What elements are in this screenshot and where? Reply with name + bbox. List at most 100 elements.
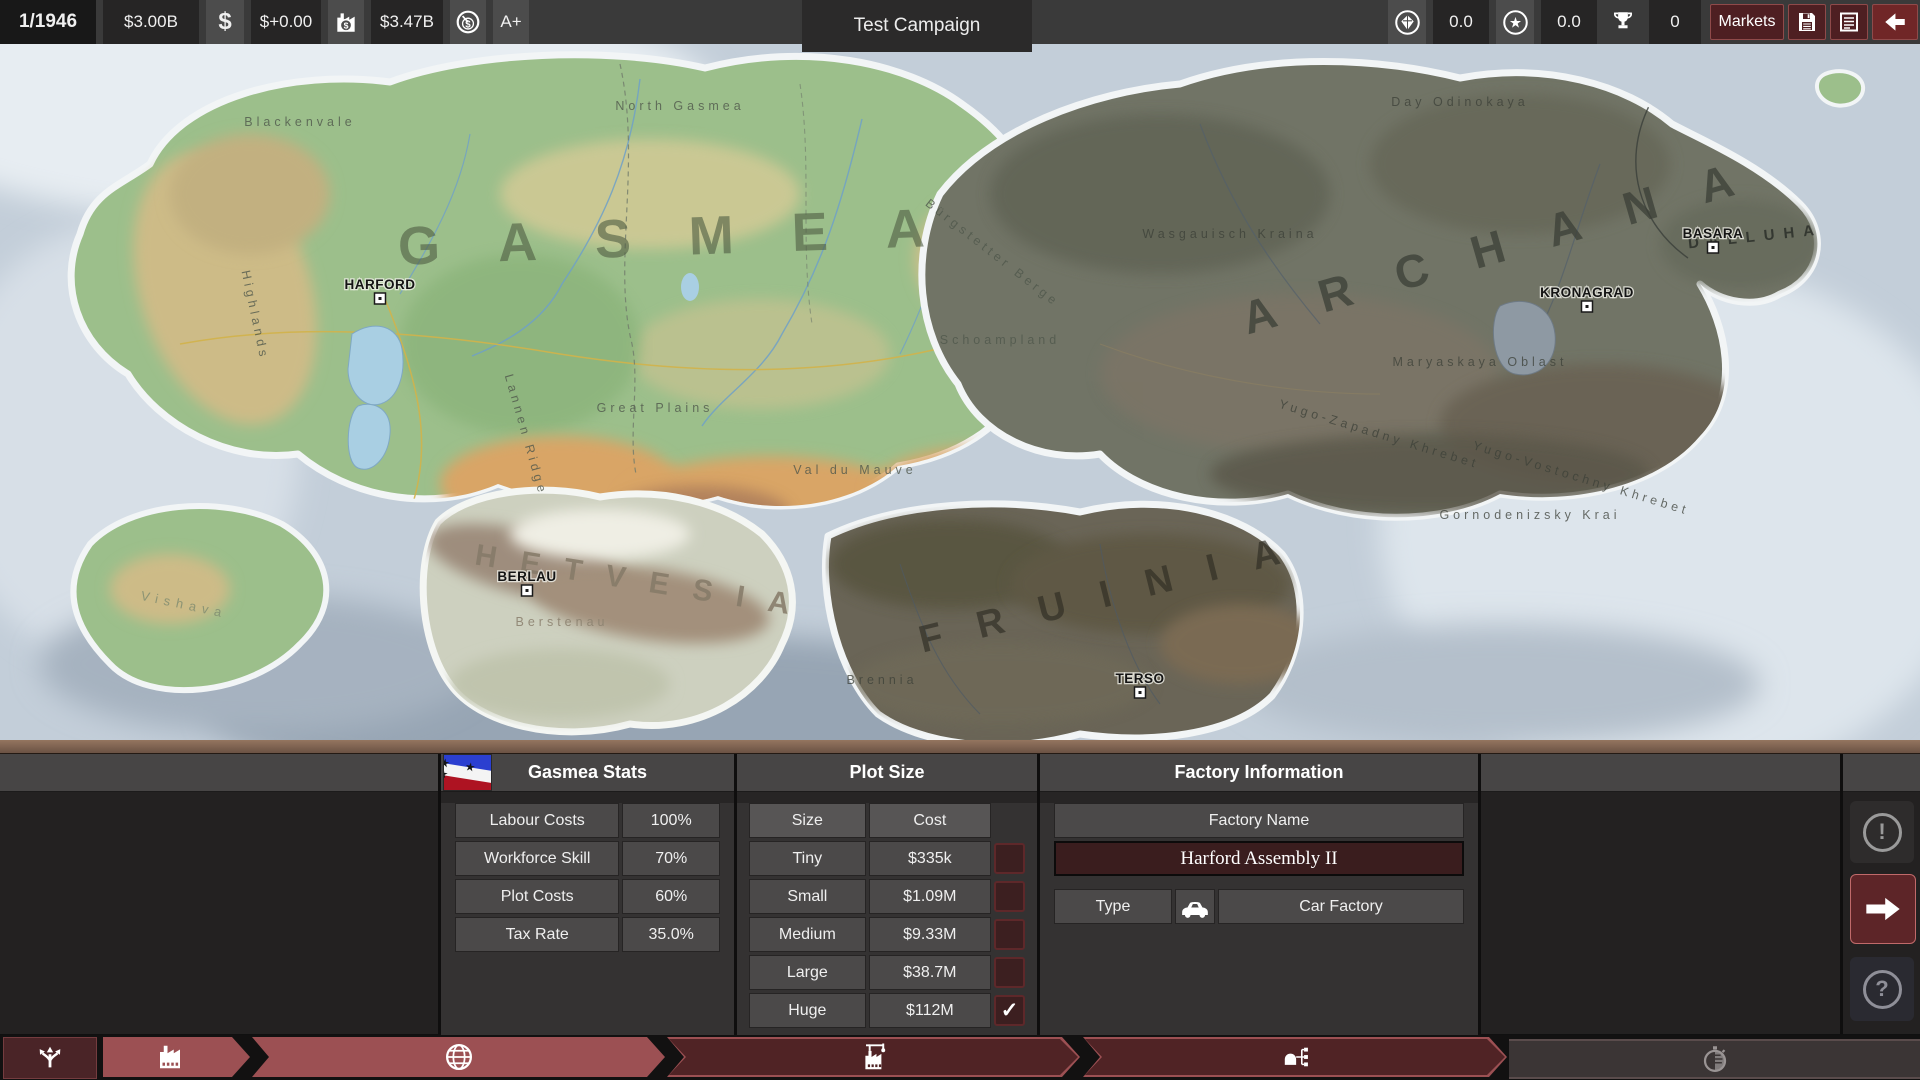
factory-type-value: Car Factory <box>1218 889 1464 924</box>
tab-vehicle-lineup[interactable] <box>1083 1037 1507 1077</box>
tab-factories[interactable] <box>103 1037 250 1077</box>
map-label: Gornodenizsky Krai <box>1439 508 1620 522</box>
gem-score-value: 0.0 <box>1433 0 1489 44</box>
map-label: Brennia <box>846 673 917 687</box>
company-value: $3.47B <box>371 0 443 44</box>
car-icon <box>1175 889 1215 924</box>
gem-score-icon <box>1388 0 1426 44</box>
cash-value: $3.00B <box>103 0 199 44</box>
credit-rating: A+ <box>493 0 529 44</box>
map-label: Wasgauisch Kraina <box>1142 227 1317 241</box>
money-icon: $ <box>206 0 244 44</box>
markets-button[interactable]: Markets <box>1710 4 1784 40</box>
plot-size-name: Huge <box>749 993 866 1028</box>
svg-text:TERSO: TERSO <box>1115 671 1164 686</box>
stat-label: Plot Costs <box>455 879 619 914</box>
plot-size-checkbox-tiny[interactable] <box>994 843 1025 874</box>
junction-icon <box>35 1042 65 1074</box>
section-region-stats: ★ ★ ★ Gasmea Stats Labour Costs 100% Wor… <box>441 754 734 1034</box>
plot-size-name: Large <box>749 955 866 990</box>
stat-value: 35.0% <box>622 917 720 952</box>
map-label: Val du Mauve <box>793 463 917 477</box>
map-label: Great Plains <box>597 401 714 415</box>
panel-divider-bar <box>0 740 1920 754</box>
plot-size-name: Tiny <box>749 841 866 876</box>
map-label: Day Odinokaya <box>1391 95 1528 109</box>
star-score-icon: ★ <box>1496 0 1534 44</box>
stat-label: Tax Rate <box>455 917 619 952</box>
section-side-buttons: ! ? <box>1843 754 1920 1034</box>
stopwatch-icon <box>1700 1044 1730 1074</box>
svg-text:BERLAU: BERLAU <box>497 569 556 584</box>
star-score-value: 0.0 <box>1541 0 1597 44</box>
section-factory-info: Factory Information Factory Name Type Ca… <box>1040 754 1478 1034</box>
finance-gauge-icon: $ <box>450 0 486 44</box>
globe-icon <box>444 1042 474 1072</box>
svg-text:KRONAGRAD: KRONAGRAD <box>1540 285 1634 300</box>
trophy-icon <box>1604 0 1642 44</box>
map-label: Maryaskaya Oblast <box>1393 355 1568 369</box>
section-empty-right <box>1481 754 1840 1034</box>
region-stats-title: Gasmea Stats <box>528 762 647 783</box>
plot-size-cost: $38.7M <box>869 955 991 990</box>
flag-stars: ★ ★ ★ <box>444 763 491 784</box>
map-label: North Gasmea <box>615 99 744 113</box>
section-plot-size: Plot Size Size Cost Tiny $335k Small $1.… <box>737 754 1037 1034</box>
cash-change: $+0.00 <box>251 0 321 44</box>
plot-size-title: Plot Size <box>849 762 924 783</box>
back-button[interactable] <box>1872 4 1918 40</box>
trophy-count: 0 <box>1649 0 1701 44</box>
stat-label: Workforce Skill <box>455 841 619 876</box>
gasmea-flag: ★ ★ ★ <box>444 755 491 790</box>
svg-text:★: ★ <box>1508 15 1521 31</box>
plot-size-checkbox-medium[interactable] <box>994 919 1025 950</box>
question-icon: ? <box>1875 976 1888 1002</box>
construction-factory-icon <box>858 1041 890 1073</box>
svg-text:$: $ <box>344 21 349 31</box>
reports-button[interactable] <box>1830 4 1868 40</box>
save-button[interactable] <box>1788 4 1826 40</box>
world-map[interactable]: GASMEA ARCHANA FRUINIA HETVESIA DALLUHA … <box>0 44 1920 740</box>
map-label: Schoampland <box>940 333 1060 347</box>
factory-name-label: Factory Name <box>1054 803 1464 838</box>
map-label: Berstenau <box>516 615 609 629</box>
factory-type-label: Type <box>1054 889 1172 924</box>
plot-size-cost: $9.33M <box>869 917 991 952</box>
bottom-tab-bar <box>0 1035 1920 1080</box>
plot-size-cost: $112M <box>869 993 991 1028</box>
stat-value: 100% <box>622 803 720 838</box>
alert-button[interactable]: ! <box>1850 801 1914 863</box>
factory-name-input[interactable] <box>1054 841 1464 876</box>
map-label: Blackenvale <box>244 115 355 129</box>
plot-size-checkbox-huge[interactable]: ✓ <box>994 995 1025 1026</box>
plot-size-checkbox-large[interactable] <box>994 957 1025 988</box>
plot-col-size: Size <box>749 803 866 838</box>
proceed-button[interactable] <box>1850 874 1916 944</box>
tab-construction[interactable] <box>667 1037 1080 1077</box>
factory-info-title: Factory Information <box>1174 762 1343 783</box>
svg-text:HARFORD: HARFORD <box>345 277 416 292</box>
vehicle-tree-icon <box>1278 1042 1312 1072</box>
stat-label: Labour Costs <box>455 803 619 838</box>
plot-size-checkbox-small[interactable] <box>994 881 1025 912</box>
arrow-right-icon <box>1863 894 1903 924</box>
svg-text:BASARA: BASARA <box>1683 226 1744 241</box>
section-empty-left <box>0 754 438 1034</box>
plot-size-name: Medium <box>749 917 866 952</box>
stat-value: 60% <box>622 879 720 914</box>
bottom-panel: ★ ★ ★ Gasmea Stats Labour Costs 100% Wor… <box>0 754 1920 1034</box>
plot-size-cost: $1.09M <box>869 879 991 914</box>
game-date: 1/1946 <box>0 0 96 44</box>
campaign-title: Test Campaign <box>802 0 1032 52</box>
plot-col-cost: Cost <box>869 803 991 838</box>
tab-turn-timer[interactable] <box>1509 1039 1920 1079</box>
factory-icon <box>155 1042 185 1072</box>
tab-world[interactable] <box>252 1037 665 1077</box>
check-icon: ✓ <box>1001 998 1019 1023</box>
tab-junction[interactable] <box>3 1037 97 1079</box>
stat-value: 70% <box>622 841 720 876</box>
exclamation-icon: ! <box>1878 819 1885 845</box>
help-button[interactable]: ? <box>1850 957 1914 1021</box>
company-value-icon: $ <box>328 0 364 44</box>
plot-size-cost: $335k <box>869 841 991 876</box>
